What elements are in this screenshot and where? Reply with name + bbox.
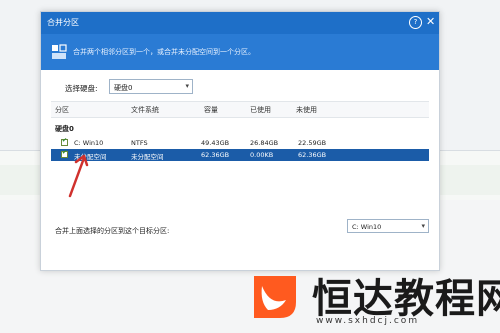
banner-text: 合并两个相邻分区到一个，或合并未分配空间到一个分区。 xyxy=(73,48,255,56)
disk-select-label: 选择硬盘: xyxy=(65,84,98,93)
table-row[interactable]: C: Win10 NTFS 49.43GB 26.84GB 22.59GB xyxy=(51,137,429,149)
column-header-used[interactable]: 已使用 xyxy=(250,105,271,115)
merge-target-label: 合并上面选择的分区到这个目标分区: xyxy=(55,227,170,235)
partition-used: 0.00KB xyxy=(250,151,274,159)
partition-table: 分区 文件系统 容量 已使用 未使用 硬盘0 C: Win10 NTFS 49.… xyxy=(51,101,429,214)
partition-free: 22.59GB xyxy=(298,139,327,147)
chevron-down-icon: ▾ xyxy=(185,82,189,90)
close-icon[interactable]: ✕ xyxy=(426,15,435,28)
column-header-partition[interactable]: 分区 xyxy=(55,105,69,115)
column-header-capacity[interactable]: 容量 xyxy=(204,105,218,115)
info-banner: 合并两个相邻分区到一个，或合并未分配空间到一个分区。 xyxy=(41,34,439,70)
partition-capacity: 49.43GB xyxy=(201,139,230,147)
site-logo-icon xyxy=(254,276,296,318)
disk-select[interactable]: 硬盘0 ▾ xyxy=(109,79,193,94)
table-row[interactable]: 未分配空间 未分配空间 62.36GB 0.00KB 62.36GB xyxy=(51,149,429,161)
disk-select-value: 硬盘0 xyxy=(114,84,133,92)
partition-checkbox[interactable] xyxy=(61,137,68,146)
column-header-filesystem[interactable]: 文件系统 xyxy=(131,105,159,115)
watermark-url: www.sxhdcj.com xyxy=(316,316,420,326)
disk-group-label: 硬盘0 xyxy=(55,125,74,133)
merge-target-value: C: Win10 xyxy=(352,223,382,231)
column-header-free[interactable]: 未使用 xyxy=(296,105,317,115)
merge-target-select[interactable]: C: Win10 ▾ xyxy=(347,219,429,233)
partition-used: 26.84GB xyxy=(250,139,279,147)
partition-filesystem: NTFS xyxy=(131,139,148,147)
partition-capacity: 62.36GB xyxy=(201,151,230,159)
table-header: 分区 文件系统 容量 已使用 未使用 xyxy=(51,102,429,118)
help-icon[interactable]: ? xyxy=(409,16,422,29)
partition-name: C: Win10 xyxy=(74,139,104,147)
chevron-down-icon: ▾ xyxy=(421,222,425,230)
merge-partition-icon xyxy=(52,44,67,59)
dialog-titlebar: 合并分区 ? ✕ xyxy=(41,12,439,34)
partition-filesystem: 未分配空间 xyxy=(131,153,164,161)
red-arrow-annotation xyxy=(68,154,89,198)
dialog-title: 合并分区 xyxy=(47,18,79,27)
partition-free: 62.36GB xyxy=(298,151,327,159)
merge-partition-dialog: 合并分区 ? ✕ 合并两个相邻分区到一个，或合并未分配空间到一个分区。 选择硬盘… xyxy=(40,11,440,271)
